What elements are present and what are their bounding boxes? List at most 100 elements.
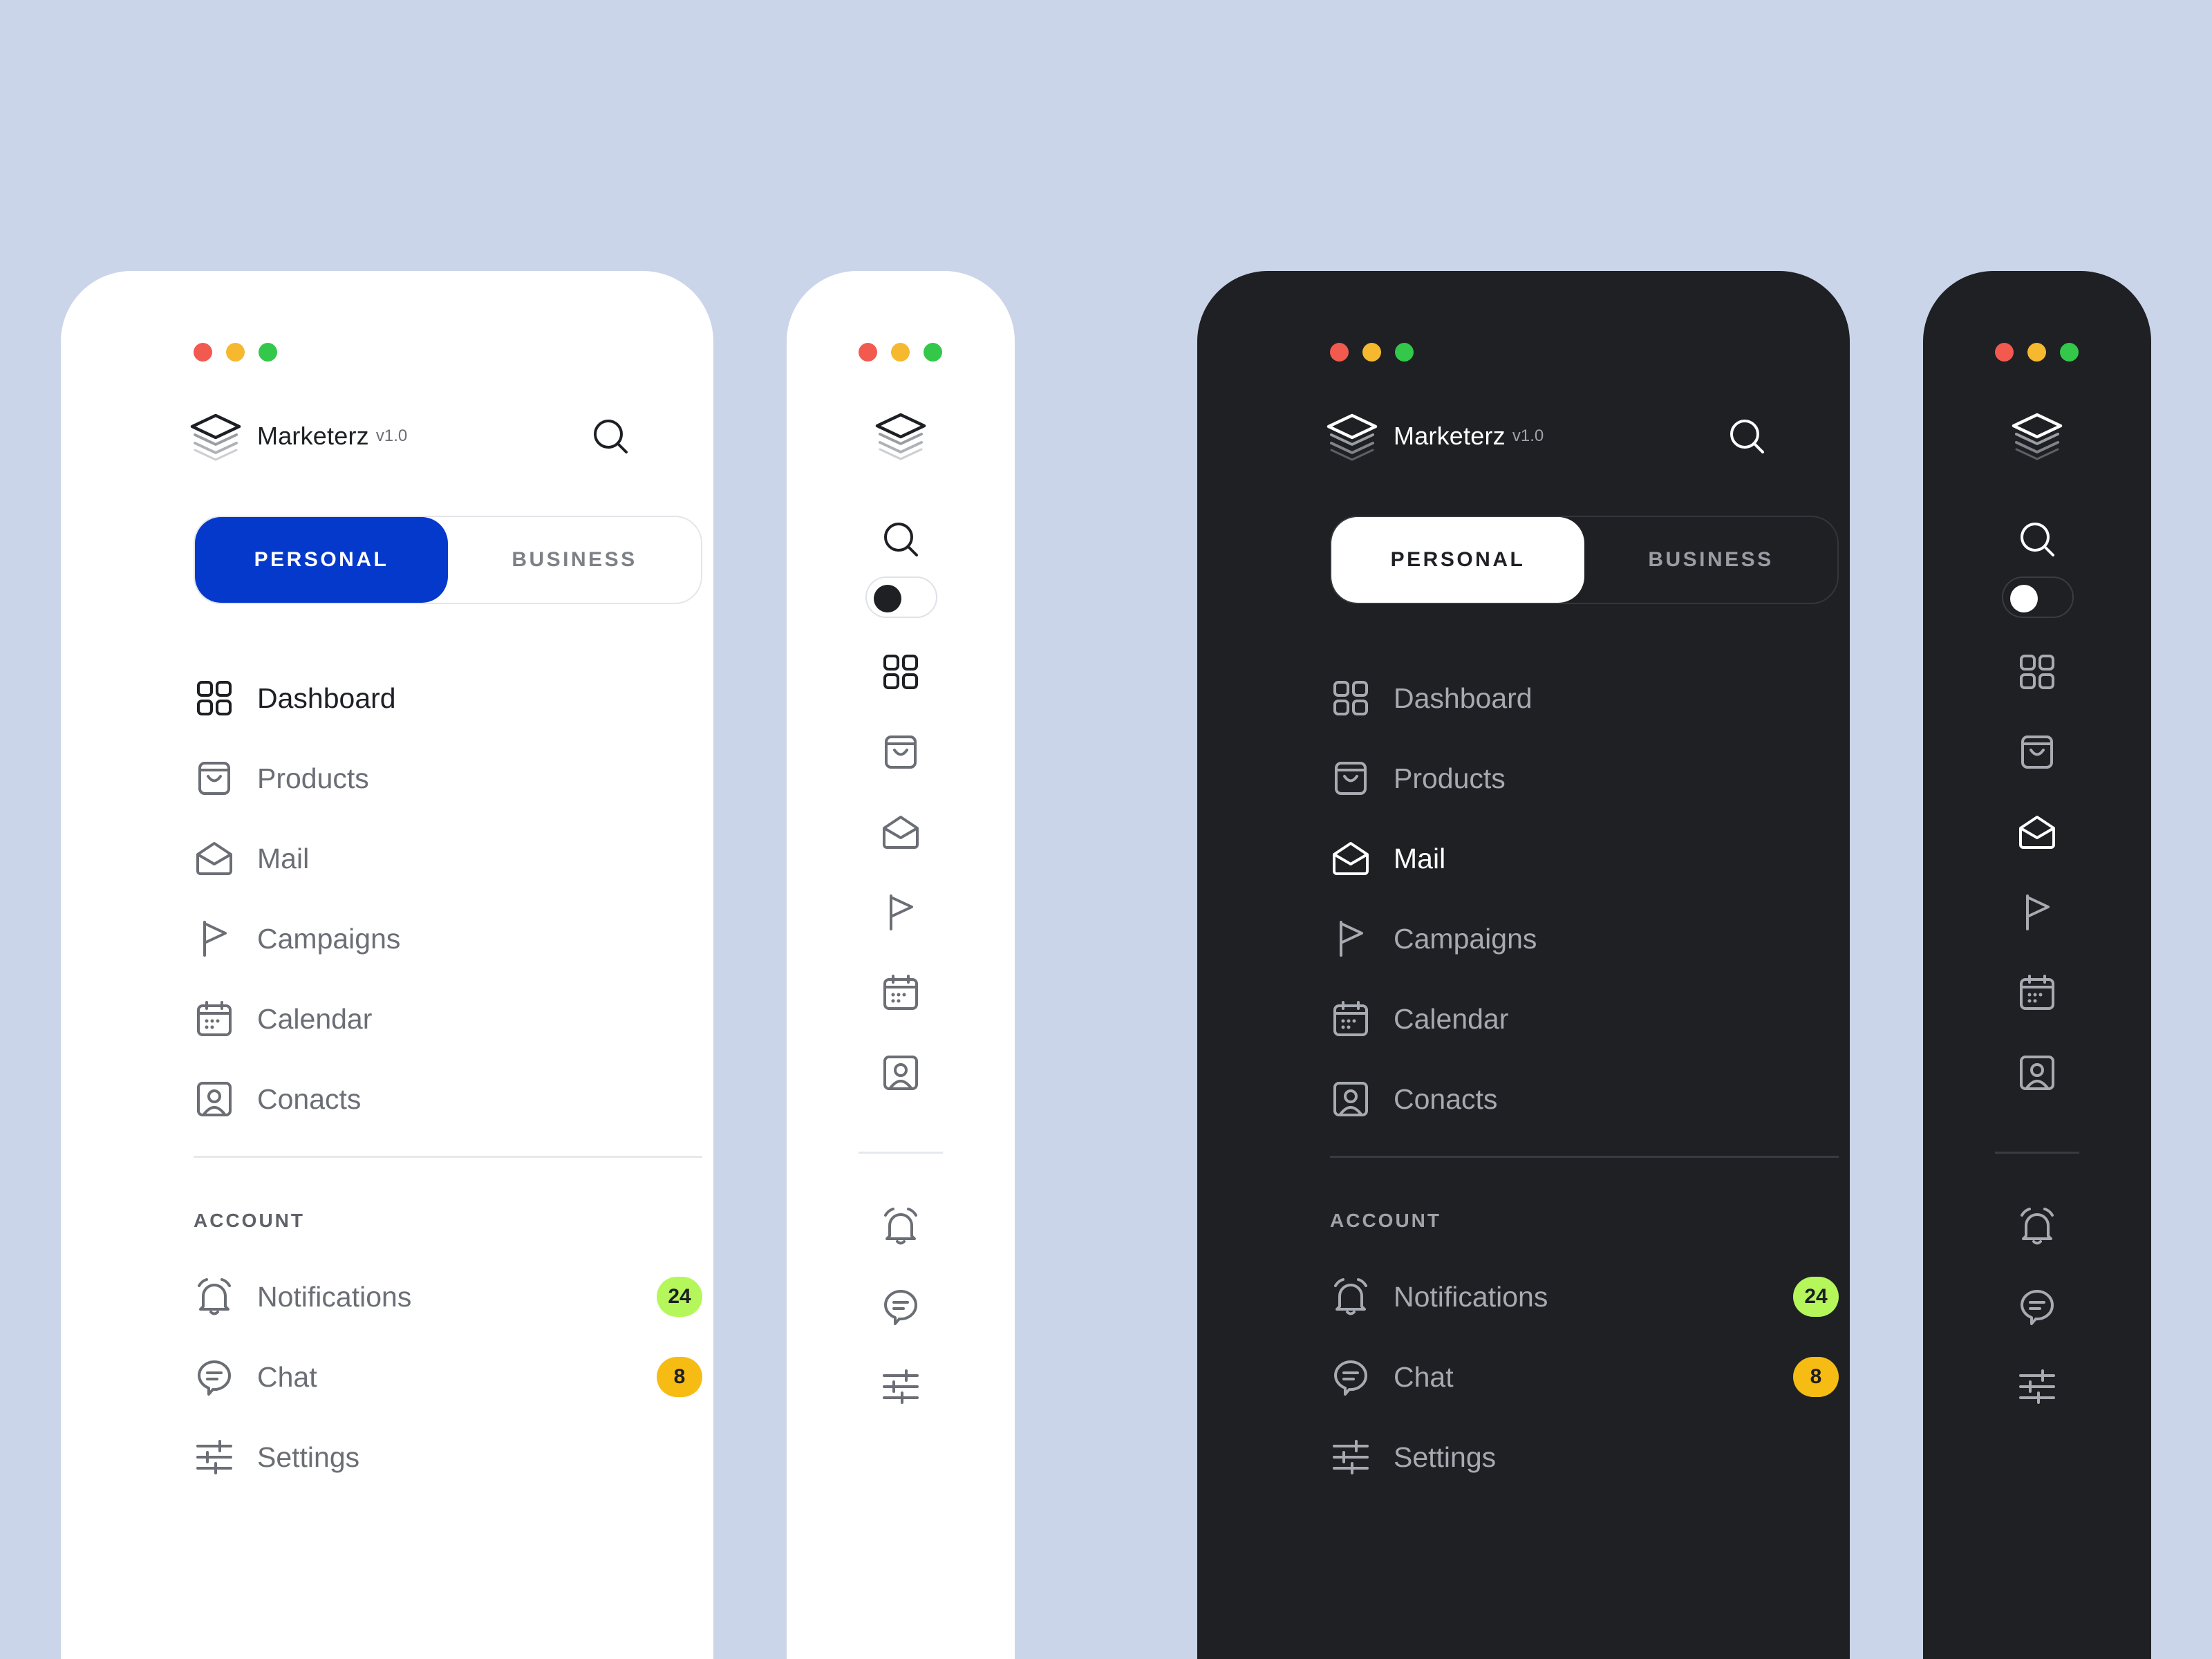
- rail-item-chat[interactable]: [2016, 1286, 2058, 1327]
- flag-icon: [2018, 893, 2056, 932]
- toggle-knob: [2010, 585, 2038, 612]
- minimize-window-button[interactable]: [1362, 343, 1381, 362]
- app-version: v1.0: [1512, 427, 1544, 445]
- menu-item-dashboard[interactable]: Dashboard: [1330, 658, 1841, 738]
- menu-item-notifications[interactable]: Notifications 24: [194, 1257, 702, 1337]
- chat-bubble-icon: [881, 1287, 920, 1326]
- menu-item-campaigns[interactable]: Campaigns: [194, 899, 705, 979]
- sidebar-dark-expanded: Marketerz v1.0 PERSONAL BUSINESS Dashboa…: [1197, 271, 1850, 1659]
- menu-item-settings[interactable]: Settings: [194, 1417, 702, 1497]
- layers-logo-icon: [2009, 411, 2065, 460]
- menu-item-notifications[interactable]: Notifications 24: [1330, 1257, 1839, 1337]
- tab-business[interactable]: BUSINESS: [1584, 517, 1837, 603]
- minimize-window-button[interactable]: [226, 343, 245, 362]
- maximize-window-button[interactable]: [2060, 343, 2079, 362]
- search-icon: [2018, 520, 2056, 559]
- account-type-switch: PERSONAL BUSINESS: [1330, 516, 1839, 604]
- sidebar-dark-collapsed: [1923, 271, 2151, 1659]
- flag-icon: [1331, 919, 1370, 958]
- sliders-icon: [881, 1367, 920, 1406]
- main-menu: Dashboard Products Mail Campaigns Calend…: [1330, 658, 1841, 1139]
- rail-item-dashboard[interactable]: [2016, 651, 2058, 693]
- menu-item-label: Products: [257, 762, 369, 794]
- rail-item-contacts[interactable]: [880, 1052, 921, 1094]
- menu-item-label: Chat: [1394, 1360, 1454, 1393]
- rail-item-mail[interactable]: [880, 812, 921, 853]
- close-window-button[interactable]: [194, 343, 212, 362]
- contact-card-icon: [2018, 1053, 2056, 1092]
- menu-item-calendar[interactable]: Calendar: [194, 979, 705, 1059]
- menu-item-label: Products: [1394, 762, 1506, 794]
- app-version: v1.0: [375, 427, 408, 445]
- rail-item-campaigns[interactable]: [880, 892, 921, 933]
- menu-item-chat[interactable]: Chat 8: [1330, 1337, 1839, 1417]
- rail-item-products[interactable]: [2016, 731, 2058, 773]
- menu-item-mail[interactable]: Mail: [194, 818, 705, 899]
- shopping-bag-icon: [1331, 759, 1370, 798]
- rail-item-dashboard[interactable]: [880, 651, 921, 693]
- close-window-button[interactable]: [859, 343, 877, 362]
- rail-item-notifications[interactable]: [2016, 1206, 2058, 1247]
- alarm-bell-icon: [1331, 1277, 1370, 1316]
- menu-item-contacts[interactable]: Conacts: [194, 1059, 705, 1139]
- menu-item-calendar[interactable]: Calendar: [1330, 979, 1841, 1059]
- toggle-knob: [874, 585, 901, 612]
- rail-item-calendar[interactable]: [2016, 972, 2058, 1013]
- theme-toggle[interactable]: [865, 577, 937, 618]
- search-button[interactable]: [2016, 518, 2058, 560]
- calendar-icon: [1331, 1000, 1370, 1038]
- account-menu: Notifications 24 Chat 8 Settings: [1330, 1257, 1839, 1497]
- maximize-window-button[interactable]: [259, 343, 277, 362]
- rail-item-campaigns[interactable]: [2016, 892, 2058, 933]
- menu-item-products[interactable]: Products: [194, 738, 705, 818]
- main-menu: Dashboard Products Mail Campaigns Calend…: [194, 658, 705, 1139]
- minimize-window-button[interactable]: [891, 343, 910, 362]
- rail-item-settings[interactable]: [880, 1366, 921, 1407]
- menu-item-mail[interactable]: Mail: [1330, 818, 1841, 899]
- theme-toggle[interactable]: [2002, 577, 2074, 618]
- menu-item-settings[interactable]: Settings: [1330, 1417, 1839, 1497]
- close-window-button[interactable]: [1330, 343, 1349, 362]
- divider: [194, 1156, 702, 1158]
- sidebar-light-collapsed: [787, 271, 1015, 1659]
- tab-business[interactable]: BUSINESS: [448, 517, 701, 603]
- search-button[interactable]: [586, 412, 635, 460]
- tab-personal[interactable]: PERSONAL: [195, 517, 448, 603]
- grid-icon: [195, 679, 234, 718]
- close-window-button[interactable]: [1995, 343, 2014, 362]
- search-button[interactable]: [1723, 412, 1771, 460]
- section-title-account: ACCOUNT: [194, 1210, 305, 1231]
- calendar-icon: [195, 1000, 234, 1038]
- brand: Marketerz v1.0: [188, 412, 589, 460]
- menu-item-label: Conacts: [257, 1082, 362, 1115]
- rail-item-settings[interactable]: [2016, 1366, 2058, 1407]
- menu-item-products[interactable]: Products: [1330, 738, 1841, 818]
- minimize-window-button[interactable]: [2027, 343, 2046, 362]
- menu-item-chat[interactable]: Chat 8: [194, 1337, 702, 1417]
- menu-item-label: Notifications: [1394, 1280, 1548, 1313]
- calendar-icon: [881, 973, 920, 1012]
- mail-open-icon: [1331, 839, 1370, 878]
- rail-item-notifications[interactable]: [880, 1206, 921, 1247]
- rail-item-products[interactable]: [880, 731, 921, 773]
- menu-item-label: Campaigns: [1394, 922, 1537, 955]
- rail-item-mail[interactable]: [2016, 812, 2058, 853]
- tab-personal[interactable]: PERSONAL: [1331, 517, 1584, 603]
- menu-item-dashboard[interactable]: Dashboard: [194, 658, 705, 738]
- rail-item-contacts[interactable]: [2016, 1052, 2058, 1094]
- menu-item-contacts[interactable]: Conacts: [1330, 1059, 1841, 1139]
- window-controls: [194, 343, 277, 362]
- menu-item-label: Campaigns: [257, 922, 401, 955]
- maximize-window-button[interactable]: [924, 343, 942, 362]
- sidebar-light-expanded: Marketerz v1.0 PERSONAL BUSINESS Dashboa…: [61, 271, 713, 1659]
- menu-item-label: Mail: [257, 842, 310, 874]
- search-button[interactable]: [880, 518, 921, 560]
- menu-item-campaigns[interactable]: Campaigns: [1330, 899, 1841, 979]
- brand: Marketerz v1.0: [1324, 412, 1725, 460]
- rail-item-chat[interactable]: [880, 1286, 921, 1327]
- mail-open-icon: [195, 839, 234, 878]
- window-controls: [1330, 343, 1414, 362]
- notifications-count-badge: 24: [657, 1277, 702, 1317]
- rail-item-calendar[interactable]: [880, 972, 921, 1013]
- maximize-window-button[interactable]: [1395, 343, 1414, 362]
